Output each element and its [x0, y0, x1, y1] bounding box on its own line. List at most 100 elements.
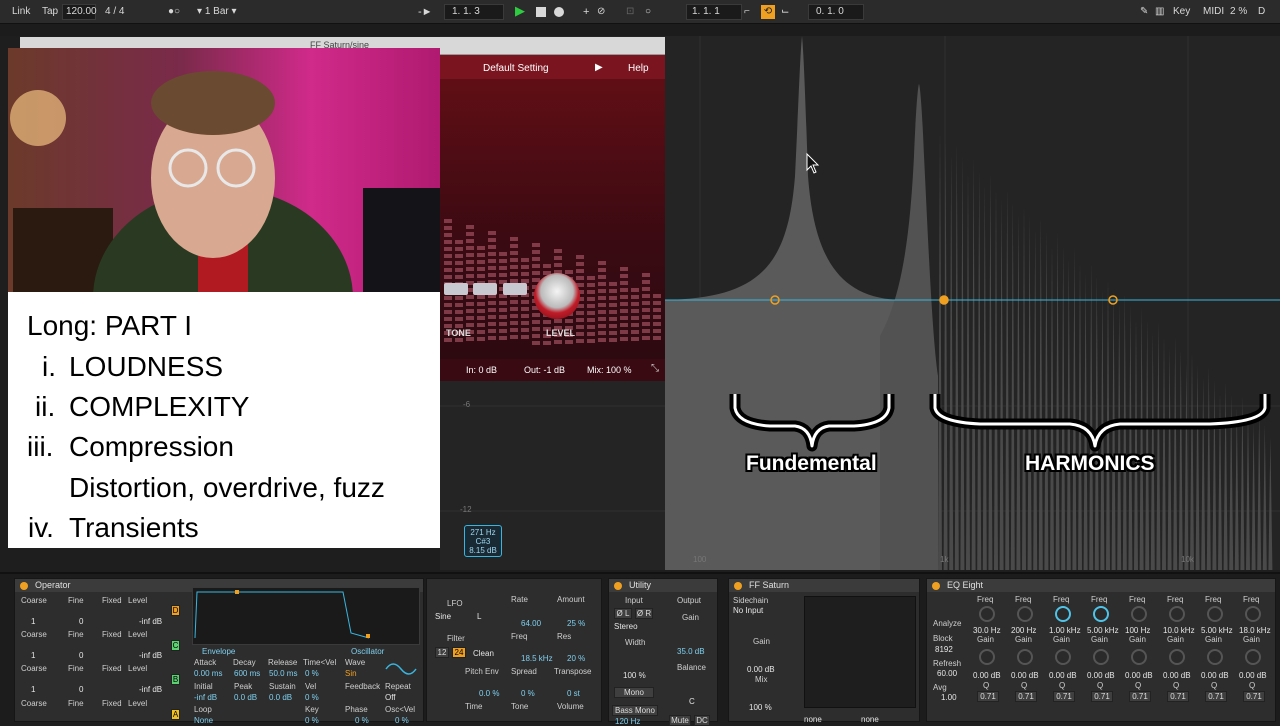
initial-value[interactable]: -inf dB — [194, 693, 217, 702]
lfo-label[interactable]: LFO — [447, 599, 463, 608]
band-freq-knob[interactable] — [1245, 606, 1261, 622]
phase-r-button[interactable]: Ø R — [635, 608, 653, 619]
band-q-value[interactable]: 0.71 — [1243, 691, 1265, 702]
band-q-value[interactable]: 0.71 — [1091, 691, 1113, 702]
gain-value[interactable]: 0.00 dB — [747, 665, 775, 674]
midi-map-button[interactable]: MIDI — [1203, 5, 1224, 19]
width-value[interactable]: 100 % — [623, 671, 646, 680]
band-gain-value[interactable]: 0.00 dB — [1087, 671, 1115, 680]
lfo-lr-value[interactable]: L — [477, 612, 481, 621]
stop-icon[interactable] — [536, 7, 546, 17]
avg-value[interactable]: 1.00 — [941, 693, 957, 702]
loop-length[interactable]: 0. 1. 0 — [816, 5, 844, 19]
band-q-value[interactable]: 0.71 — [1167, 691, 1189, 702]
preset-next-icon[interactable]: ▶ — [595, 62, 603, 73]
help-button[interactable]: Help — [628, 63, 649, 74]
band-gain-knob[interactable] — [1093, 649, 1109, 665]
vel-value[interactable]: 0 % — [305, 693, 319, 702]
fine-value[interactable]: 0 — [79, 617, 83, 626]
eqeight-header[interactable]: EQ Eight — [927, 579, 1275, 592]
band-freq-knob[interactable] — [979, 606, 995, 622]
device-on-icon[interactable] — [932, 582, 940, 590]
filter-clean-value[interactable]: Clean — [473, 649, 494, 658]
release-value[interactable]: 50.0 ms — [269, 669, 297, 678]
band-gain-knob[interactable] — [1169, 649, 1185, 665]
filter-24-button[interactable]: 24 — [452, 647, 466, 658]
level-knob[interactable] — [534, 273, 580, 319]
band-q-value[interactable]: 0.71 — [1205, 691, 1227, 702]
filter-label[interactable]: Filter — [447, 634, 465, 643]
bass-mono-button[interactable]: Bass Mono — [612, 705, 658, 716]
band-gain-knob[interactable] — [1055, 649, 1071, 665]
band-gain-knob[interactable] — [1131, 649, 1147, 665]
punch-in-icon[interactable]: ⌐ — [744, 5, 750, 19]
key-map-button[interactable]: Key — [1173, 5, 1190, 19]
plugin-titlebar[interactable] — [440, 37, 665, 55]
tap-button[interactable]: Tap — [42, 5, 58, 19]
plugin-edit-area[interactable] — [804, 596, 916, 708]
band-slider[interactable] — [503, 283, 527, 295]
overdub-icon[interactable]: + — [583, 5, 589, 19]
band-freq-knob[interactable] — [1093, 606, 1109, 622]
band-freq-knob[interactable] — [1169, 606, 1185, 622]
dc-button[interactable]: DC — [694, 715, 710, 726]
band-q-value[interactable]: 0.71 — [1129, 691, 1151, 702]
band-gain-value[interactable]: 0.00 dB — [1163, 671, 1191, 680]
band-freq-value[interactable]: 10.0 kHz — [1163, 626, 1195, 635]
coarse-value[interactable]: 1 — [31, 651, 35, 660]
osc-vel-value[interactable]: 0 % — [395, 716, 409, 725]
sustain-value[interactable]: 0.0 dB — [269, 693, 292, 702]
osc-badge[interactable]: C — [171, 640, 180, 651]
band-q-value[interactable]: 0.71 — [977, 691, 999, 702]
decay-value[interactable]: 600 ms — [234, 669, 260, 678]
fine-value[interactable]: 0 — [79, 651, 83, 660]
osc-badge[interactable]: A — [171, 709, 180, 720]
time-signature[interactable]: 4 / 4 — [105, 5, 124, 19]
band-freq-value[interactable]: 1.00 kHz — [1049, 626, 1081, 635]
band-gain-knob[interactable] — [1017, 649, 1033, 665]
rate-value[interactable]: 64.00 — [521, 619, 541, 628]
transpose-value[interactable]: 0 st — [567, 689, 580, 698]
osc-badge[interactable]: B — [171, 674, 180, 685]
osc-badge[interactable]: D — [171, 605, 180, 616]
arrangement-position[interactable]: 1. 1. 3 — [452, 5, 480, 19]
band-freq-value[interactable]: 5.00 kHz — [1087, 626, 1119, 635]
loop-value[interactable]: None — [194, 716, 213, 725]
band-gain-knob[interactable] — [979, 649, 995, 665]
spread-value[interactable]: 0 % — [521, 689, 535, 698]
repeat-value[interactable]: Off — [385, 693, 396, 702]
quantize-menu[interactable]: ▾ 1 Bar ▾ — [197, 5, 237, 19]
preset-name[interactable]: Default Setting — [483, 63, 549, 74]
analyze-label[interactable]: Analyze — [933, 619, 961, 628]
band-gain-knob[interactable] — [1207, 649, 1223, 665]
band-gain-value[interactable]: 0.00 dB — [1239, 671, 1267, 680]
punch-out-icon[interactable]: ⌙ — [781, 5, 789, 19]
mix-level[interactable]: Mix: 100 % — [587, 365, 632, 375]
input-level[interactable]: In: 0 dB — [466, 365, 497, 375]
loop-switch-icon[interactable]: ⟲ — [761, 5, 775, 19]
band-freq-knob[interactable] — [1207, 606, 1223, 622]
mute-button[interactable]: Mute — [669, 715, 691, 726]
timevel-value[interactable]: 0 % — [305, 669, 319, 678]
band-q-value[interactable]: 0.71 — [1015, 691, 1037, 702]
device-on-icon[interactable] — [614, 582, 622, 590]
band-gain-value[interactable]: 0.00 dB — [1011, 671, 1039, 680]
refresh-value[interactable]: 60.00 — [937, 669, 957, 678]
back-to-arrangement-icon[interactable]: ⊡ — [626, 5, 634, 19]
coarse-value[interactable]: 1 — [31, 617, 35, 626]
play-icon[interactable]: ▶ — [515, 4, 525, 18]
band-freq-knob[interactable] — [1131, 606, 1147, 622]
band-gain-value[interactable]: 0.00 dB — [1049, 671, 1077, 680]
pitch-env-value[interactable]: 0.0 % — [479, 689, 499, 698]
envelope-tab[interactable]: Envelope — [202, 647, 235, 656]
balance-value[interactable]: C — [689, 697, 695, 706]
wave-value[interactable]: Sin — [345, 669, 357, 678]
metronome-button[interactable]: ●○ — [168, 5, 180, 19]
attack-value[interactable]: 0.00 ms — [194, 669, 222, 678]
mix-value[interactable]: 100 % — [749, 703, 772, 712]
ffsaturn-header[interactable]: FF Saturn — [729, 579, 919, 592]
band-freq-value[interactable]: 18.0 kHz — [1239, 626, 1271, 635]
utility-header[interactable]: Utility — [609, 579, 717, 592]
key-value[interactable]: 0 % — [305, 716, 319, 725]
link-button[interactable]: Link — [12, 5, 30, 19]
